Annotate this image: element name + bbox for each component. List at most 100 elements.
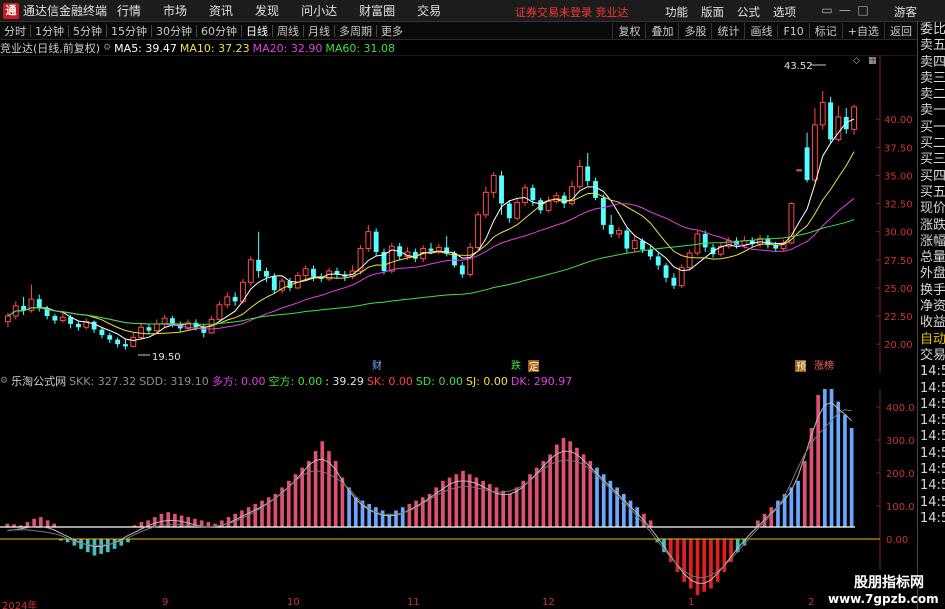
candle-body <box>499 175 504 204</box>
candle-body <box>256 259 262 272</box>
candle-body <box>373 231 379 252</box>
indicator-gear-icon[interactable]: ⚙ <box>0 376 8 386</box>
candle-body <box>593 181 598 198</box>
candle-body <box>76 323 81 328</box>
price-tick-label: 35.00 <box>884 171 913 182</box>
candle-body <box>467 246 474 275</box>
candle-body <box>835 116 842 140</box>
sj-value: SJ: 0.00 <box>465 374 508 388</box>
price-tick-label: 25.00 <box>884 284 913 295</box>
period-daily[interactable]: 日线 <box>242 23 272 39</box>
candle-body <box>130 336 137 347</box>
menu-gongshi[interactable]: 公式 <box>737 4 760 20</box>
tag-yu[interactable]: 预 <box>796 361 806 373</box>
period-multi[interactable]: 多周期 <box>335 23 376 39</box>
candle-body <box>459 265 465 275</box>
menu-xuanxiang[interactable]: 选项 <box>773 4 796 20</box>
sidebar-item: 14:56 <box>920 396 945 412</box>
guest-label[interactable]: 游客 <box>894 4 917 20</box>
period-fenshi[interactable]: 分时 <box>0 23 30 39</box>
price-axis: 40.00 37.50 35.00 32.50 30.00 27.50 25.00 22.50… <box>876 115 913 351</box>
candle-body <box>608 224 614 234</box>
period-30min[interactable]: 30分钟 <box>152 23 196 39</box>
tag-die[interactable]: 跌 <box>511 359 521 372</box>
candle-body <box>475 214 481 248</box>
sidebar-item: 卖二 <box>920 87 945 103</box>
sidebar-item[interactable]: 自动 <box>918 332 945 348</box>
trade-login-alert[interactable]: 证券交易未登录 竞业达 <box>515 4 629 20</box>
btn-tongji[interactable]: 统计 <box>711 23 744 39</box>
candle-body <box>99 329 105 336</box>
candle-body <box>123 344 128 347</box>
sidebar-item: 买三 <box>920 152 945 168</box>
price-tick-label: 32.50 <box>884 200 913 211</box>
menu-shichang[interactable]: 市场 <box>163 2 187 19</box>
sd-value: SD: 0.00 <box>415 374 463 388</box>
sidebar-item: 14:56 <box>920 510 945 526</box>
btn-f10[interactable]: F10 <box>777 24 808 38</box>
menu-jiaoyi[interactable]: 交易 <box>417 2 441 19</box>
minimize-icon[interactable]: — <box>836 3 854 17</box>
btn-diejia[interactable]: 叠加 <box>645 23 678 39</box>
sidebar-item: 14:56 <box>920 364 945 380</box>
menu-faxian[interactable]: 发现 <box>255 2 279 19</box>
sidebar-item: 总量 <box>920 250 945 266</box>
period-1min[interactable]: 1分钟 <box>31 23 68 39</box>
period-weekly[interactable]: 周线 <box>273 23 303 39</box>
period-more[interactable]: 更多 <box>377 23 407 39</box>
grid-icon[interactable]: ▦ <box>868 56 877 66</box>
tag-zhangbang[interactable]: 涨榜 <box>814 359 834 372</box>
indicator-name[interactable]: 乐淘公式网 <box>11 373 66 389</box>
period-60min[interactable]: 60分钟 <box>197 23 241 39</box>
settings-gear-icon[interactable]: ⚙ <box>103 43 111 53</box>
candle-body <box>624 230 630 249</box>
tag-cai[interactable]: 财 <box>372 359 382 372</box>
sidebar-item: 14:56 <box>920 413 945 429</box>
candle-body <box>811 124 818 181</box>
menu-wenxiaoda[interactable]: 问小达 <box>301 2 337 19</box>
btn-fanhui[interactable]: 返回 <box>884 23 917 39</box>
menu-banmian[interactable]: 版面 <box>701 4 724 20</box>
stock-title[interactable]: 竞业达(日线,前复权) <box>0 40 100 56</box>
sidebar-item: 14:56 <box>920 429 945 445</box>
candle-body <box>514 201 521 219</box>
ma-info-line: 竞业达(日线,前复权) ⚙ MA5: 39.47 MA10: 37.23 MA2… <box>0 40 398 56</box>
maximize-icon[interactable]: □ <box>854 3 872 17</box>
sidebar-item: 14:56 <box>920 462 945 478</box>
ind-tick-label: 0.00 <box>886 535 908 546</box>
sidebar-item: 涨跌 <box>920 217 945 233</box>
candle-body <box>819 101 826 126</box>
candlestick-chart[interactable]: 40.00 37.50 35.00 32.50 30.00 27.50 25.00 22.50… <box>0 55 917 373</box>
btn-zixuan[interactable]: +自选 <box>841 23 884 39</box>
btn-duogu[interactable]: 多股 <box>678 23 711 39</box>
sidebar-item: 涨幅 <box>920 233 945 249</box>
candle-body <box>773 245 779 249</box>
period-5min[interactable]: 5分钟 <box>69 23 106 39</box>
period-monthly[interactable]: 月线 <box>304 23 334 39</box>
menu-zixun[interactable]: 资讯 <box>209 2 233 19</box>
ma10-value: MA10: 37.23 <box>179 41 250 55</box>
indicator-info-line: ⚙ 乐淘公式网 SKK: 327.32 SDD: 319.10 多方: 0.00… <box>0 373 575 389</box>
indicator-chart[interactable]: 400.0 300.0 200.0 100.0 0.00 <box>0 389 917 597</box>
title-bar: 通 通达信金融终端 行情 市场 资讯 发现 问小达 财富圈 交易 证券交易未登录… <box>0 0 945 22</box>
btn-huaxian[interactable]: 画线 <box>744 23 777 39</box>
menu-hangqing[interactable]: 行情 <box>117 2 141 19</box>
sidebar-item: 卖一 <box>920 103 945 119</box>
menu-caifuquan[interactable]: 财富圈 <box>359 2 395 19</box>
main-menu: 行情 市场 资讯 发现 问小达 财富圈 交易 <box>117 2 463 19</box>
candle-body <box>522 187 528 203</box>
btn-biaoji[interactable]: 标记 <box>808 23 842 39</box>
sidebar-item: 买五 <box>920 184 945 200</box>
price-tick-label: 20.00 <box>884 340 913 351</box>
toolbar-icon[interactable]: ▭ <box>818 3 836 17</box>
menu-gongneng[interactable]: 功能 <box>665 4 688 20</box>
diamond-icon[interactable]: ◇ <box>853 56 860 66</box>
tag-ding[interactable]: 定 <box>529 360 539 373</box>
btn-fuquan[interactable]: 复权 <box>612 23 645 39</box>
watermark: 股朋指标网 www.7gpzb.com <box>826 570 939 606</box>
app-name: 通达信金融终端 <box>23 4 108 18</box>
candle-body <box>138 326 145 338</box>
candle-body <box>224 296 231 306</box>
period-15min[interactable]: 15分钟 <box>107 23 151 39</box>
sidebar-item[interactable]: 交易 <box>918 348 945 364</box>
